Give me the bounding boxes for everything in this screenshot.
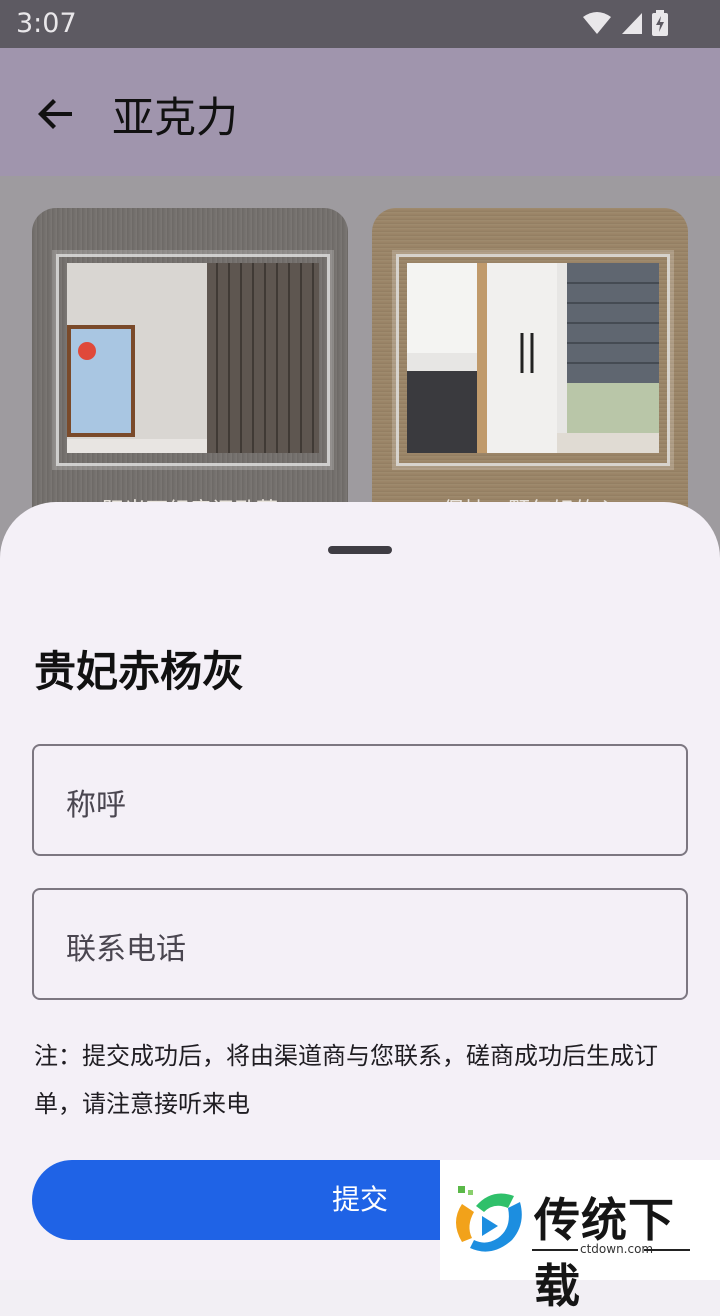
phone-placeholder: 联系电话 xyxy=(66,932,186,967)
app-bar: 亚克力 xyxy=(0,48,720,176)
watermark-divider xyxy=(644,1249,690,1251)
phone-input[interactable]: 联系电话 xyxy=(32,888,688,1000)
battery-icon xyxy=(652,10,668,36)
product-name: 贵妃赤杨灰 xyxy=(34,647,245,696)
product-frame xyxy=(396,254,670,466)
room-photo xyxy=(67,263,319,453)
back-arrow-icon[interactable] xyxy=(32,90,80,138)
room-photo xyxy=(407,263,659,453)
submit-note: 注：提交成功后，将由渠道商与您联系，磋商成功后生成订单，请注意接听来电 xyxy=(34,1042,658,1118)
wifi-icon xyxy=(583,12,611,34)
name-placeholder: 称呼 xyxy=(66,788,126,823)
status-time: 3:07 xyxy=(16,8,77,39)
name-input[interactable]: 称呼 xyxy=(32,744,688,856)
drag-handle[interactable] xyxy=(328,546,392,554)
product-frame xyxy=(56,254,330,466)
page-title: 亚克力 xyxy=(112,93,239,142)
watermark-divider xyxy=(532,1249,578,1251)
status-icons xyxy=(582,10,668,36)
ctdown-logo-icon xyxy=(456,1186,522,1252)
watermark: 传统下载 ctdown.com xyxy=(440,1160,720,1313)
status-bar: 3:07 xyxy=(0,0,720,48)
signal-icon xyxy=(622,13,642,34)
watermark-url: ctdown.com xyxy=(580,1242,654,1256)
